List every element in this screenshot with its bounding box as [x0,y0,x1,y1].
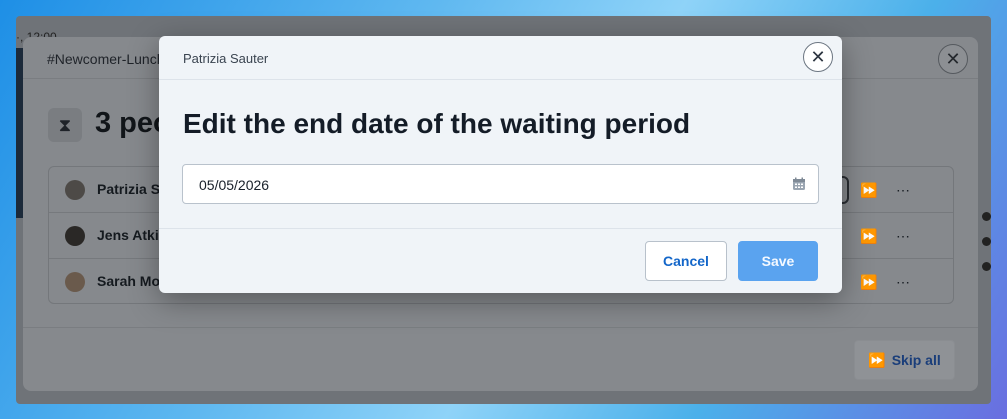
modal-heading: Edit the end date of the waiting period [183,108,691,139]
background-dialog-title: #Newcomer-Lunch [47,51,165,67]
ellipsis-icon[interactable]: ⋯ [889,176,917,204]
background-footer-divider [23,327,978,328]
modal-header: Patrizia Sauter ✕ [159,36,842,80]
hourglass-icon: ⧗ [48,108,82,142]
calendar-icon[interactable] [792,177,806,191]
modal-footer-divider [159,228,842,229]
skip-all-label: Skip all [891,352,941,368]
ellipsis-icon[interactable]: ⋯ [889,222,917,250]
close-icon[interactable]: ✕ [803,42,833,72]
end-date-value: 05/05/2026 [199,177,270,193]
background-close-icon[interactable]: ✕ [938,44,968,74]
person-name: Sarah Mol [97,273,164,289]
person-name: Patrizia Sa [97,181,168,197]
save-button[interactable]: Save [738,241,818,281]
avatar [65,226,85,246]
ellipsis-icon[interactable]: ⋯ [889,268,917,296]
avatar [65,272,85,292]
modal-subject: Patrizia Sauter [183,51,269,66]
end-date-field[interactable]: 05/05/2026 [182,164,819,204]
fast-forward-icon: ⏩ [868,351,886,368]
person-name: Jens Atkin [97,227,168,243]
skip-all-button[interactable]: ⏩ Skip all [854,340,955,380]
fast-forward-icon[interactable]: ⏩ [855,268,883,296]
cancel-button[interactable]: Cancel [645,241,727,281]
fast-forward-icon[interactable]: ⏩ [855,222,883,250]
background-side-dots [982,212,992,287]
fast-forward-icon[interactable]: ⏩ [855,176,883,204]
edit-waiting-period-modal: Patrizia Sauter ✕ Edit the end date of t… [159,36,842,293]
avatar [65,180,85,200]
